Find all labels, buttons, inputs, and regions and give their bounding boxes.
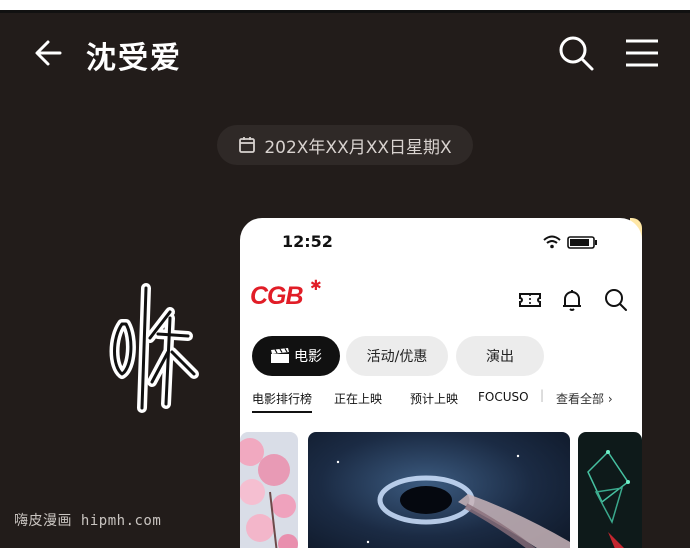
poster-image-green	[578, 432, 642, 548]
tab-movies-label: 电影	[294, 349, 322, 365]
top-edge	[0, 0, 690, 10]
date-text: 202X年XX月XX日星期X	[264, 137, 452, 158]
wifi-icon	[543, 235, 561, 249]
tab-shows-label: 演出	[486, 349, 514, 365]
status-time: 12:52	[282, 232, 333, 251]
subtab-rankings[interactable]: 电影排行榜	[252, 390, 313, 413]
battery-icon	[567, 236, 597, 249]
movie-subtabs: 电影排行榜 正在上映 预计上映 FOCUSO | 查看全部 ›	[240, 386, 642, 413]
view-all-label: 查看全部	[556, 392, 605, 406]
back-arrow-icon[interactable]	[30, 33, 70, 73]
subtab-now-showing[interactable]: 正在上映	[334, 390, 382, 407]
search-icon[interactable]	[556, 33, 596, 73]
phone-search-icon[interactable]	[602, 286, 630, 314]
clapperboard-icon	[271, 348, 289, 363]
calendar-icon	[239, 137, 256, 153]
brand-logo[interactable]: CGB	[250, 282, 304, 311]
ticket-icon[interactable]	[516, 286, 544, 314]
bell-icon[interactable]	[558, 286, 586, 314]
movie-poster[interactable]	[240, 432, 298, 548]
view-all-link[interactable]: 查看全部 ›	[556, 390, 613, 407]
tab-events-label: 活动/优惠	[366, 349, 428, 365]
subtab-divider: |	[540, 388, 545, 402]
poster-image-space	[308, 432, 570, 548]
watermark: 嗨皮漫画 hipmh.com	[14, 513, 162, 529]
tab-events[interactable]: 活动/优惠	[346, 336, 448, 376]
movie-poster[interactable]	[578, 432, 642, 548]
status-icons	[543, 235, 597, 249]
logo-star: ✱	[310, 278, 322, 294]
poster-image-blossom	[240, 432, 298, 548]
tab-shows[interactable]: 演出	[456, 336, 544, 376]
date-badge: 202X年XX月XX日星期X	[217, 125, 473, 165]
app-header: 沈受爱	[0, 13, 690, 93]
subtab-coming-soon[interactable]: 预计上映	[410, 390, 458, 407]
page-title: 沈受爱	[86, 41, 182, 76]
movie-poster[interactable]	[308, 432, 570, 548]
menu-icon[interactable]	[622, 35, 662, 71]
phone-screen: 12:52 CGB ✱ 电影 活动/优惠 演出 电影排行榜 正在上映 预计上映 …	[240, 218, 642, 548]
tab-movies[interactable]: 电影	[252, 336, 340, 376]
subtab-focus[interactable]: FOCUSO	[478, 390, 536, 404]
sound-effect-illustration	[109, 283, 199, 413]
